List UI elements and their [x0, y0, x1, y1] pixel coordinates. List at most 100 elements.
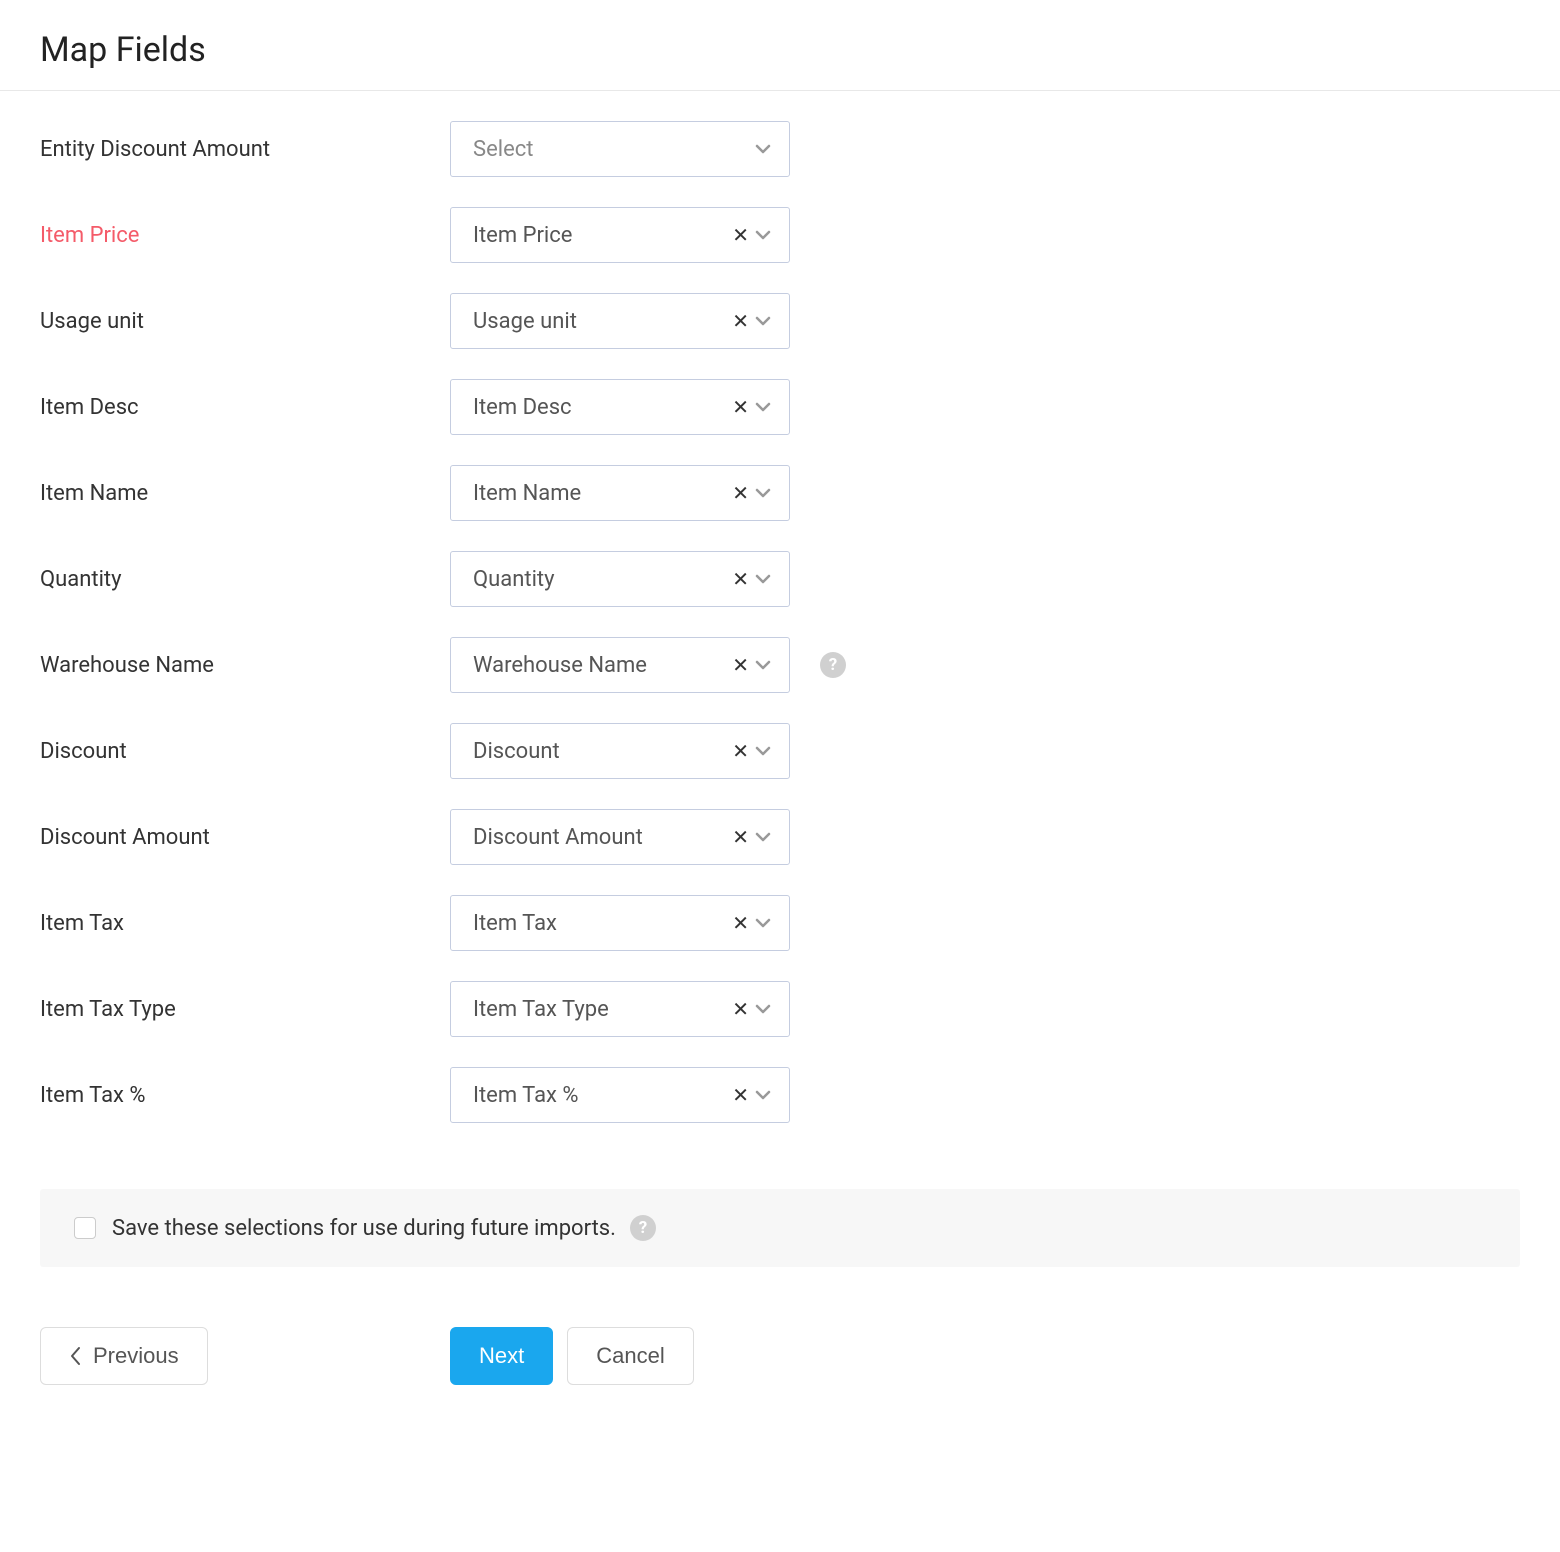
save-selections-label: Save these selections for use during fut…: [112, 1216, 616, 1241]
clear-icon[interactable]: ✕: [732, 913, 749, 933]
chevron-down-icon: [755, 574, 771, 584]
field-select[interactable]: Usage unit✕: [450, 293, 790, 349]
field-row: DiscountDiscount✕: [40, 723, 1520, 779]
clear-icon[interactable]: ✕: [732, 225, 749, 245]
chevron-down-icon: [755, 918, 771, 928]
field-select[interactable]: Item Tax Type✕: [450, 981, 790, 1037]
field-select[interactable]: Item Name✕: [450, 465, 790, 521]
field-row: Item DescItem Desc✕: [40, 379, 1520, 435]
field-label: Item Tax Type: [40, 997, 450, 1022]
field-select-value: Item Tax: [473, 911, 732, 936]
field-select-value: Item Name: [473, 481, 732, 506]
field-select-wrapper: Item Desc✕: [450, 379, 790, 435]
field-row: QuantityQuantity✕: [40, 551, 1520, 607]
clear-icon[interactable]: ✕: [732, 311, 749, 331]
save-selections-panel: Save these selections for use during fut…: [40, 1189, 1520, 1267]
field-select[interactable]: Item Tax✕: [450, 895, 790, 951]
field-select-wrapper: Item Tax Type✕: [450, 981, 790, 1037]
cancel-button-label: Cancel: [596, 1343, 664, 1369]
field-select[interactable]: Item Tax %✕: [450, 1067, 790, 1123]
chevron-down-icon: [755, 1004, 771, 1014]
select-icons: ✕: [732, 569, 771, 589]
field-select[interactable]: Discount Amount✕: [450, 809, 790, 865]
field-mapping-list: Entity Discount AmountSelectItem PriceIt…: [0, 91, 1560, 1183]
select-icons: ✕: [732, 741, 771, 761]
select-icons: ✕: [732, 311, 771, 331]
field-select[interactable]: Item Price✕: [450, 207, 790, 263]
field-select[interactable]: Item Desc✕: [450, 379, 790, 435]
clear-icon[interactable]: ✕: [732, 483, 749, 503]
field-row: Item Tax TypeItem Tax Type✕: [40, 981, 1520, 1037]
field-label: Usage unit: [40, 309, 450, 334]
next-button[interactable]: Next: [450, 1327, 553, 1385]
field-select-value: Item Desc: [473, 395, 732, 420]
help-icon[interactable]: ?: [820, 652, 846, 678]
field-select-value: Select: [473, 137, 755, 162]
field-label: Item Desc: [40, 395, 450, 420]
field-row: Usage unitUsage unit✕: [40, 293, 1520, 349]
field-label: Item Tax %: [40, 1083, 450, 1108]
clear-icon[interactable]: ✕: [732, 741, 749, 761]
field-select-value: Item Price: [473, 223, 732, 248]
select-icons: ✕: [732, 827, 771, 847]
chevron-down-icon: [755, 230, 771, 240]
chevron-down-icon: [755, 746, 771, 756]
field-select[interactable]: Discount✕: [450, 723, 790, 779]
select-icons: [755, 144, 771, 154]
field-row: Item TaxItem Tax✕: [40, 895, 1520, 951]
field-select-value: Item Tax %: [473, 1083, 732, 1108]
field-select-wrapper: Item Tax✕: [450, 895, 790, 951]
field-select-wrapper: Usage unit✕: [450, 293, 790, 349]
field-row: Item Tax %Item Tax %✕: [40, 1067, 1520, 1123]
chevron-left-icon: [69, 1346, 81, 1366]
field-select-wrapper: Item Tax %✕: [450, 1067, 790, 1123]
field-select-wrapper: Quantity✕: [450, 551, 790, 607]
select-icons: ✕: [732, 483, 771, 503]
field-select-value: Quantity: [473, 567, 732, 592]
field-select-value: Warehouse Name: [473, 653, 732, 678]
field-label: Item Tax: [40, 911, 450, 936]
chevron-down-icon: [755, 144, 771, 154]
field-select-value: Discount Amount: [473, 825, 732, 850]
field-select[interactable]: Quantity✕: [450, 551, 790, 607]
chevron-down-icon: [755, 1090, 771, 1100]
select-icons: ✕: [732, 225, 771, 245]
field-label: Discount Amount: [40, 825, 450, 850]
chevron-down-icon: [755, 402, 771, 412]
field-row: Item NameItem Name✕: [40, 465, 1520, 521]
field-row: Entity Discount AmountSelect: [40, 121, 1520, 177]
field-select[interactable]: Warehouse Name✕: [450, 637, 790, 693]
field-select-wrapper: Discount✕: [450, 723, 790, 779]
field-label: Item Name: [40, 481, 450, 506]
clear-icon[interactable]: ✕: [732, 827, 749, 847]
field-select-value: Usage unit: [473, 309, 732, 334]
chevron-down-icon: [755, 488, 771, 498]
field-select[interactable]: Select: [450, 121, 790, 177]
chevron-down-icon: [755, 316, 771, 326]
clear-icon[interactable]: ✕: [732, 999, 749, 1019]
field-label: Item Price: [40, 223, 450, 248]
field-select-wrapper: Discount Amount✕: [450, 809, 790, 865]
select-icons: ✕: [732, 397, 771, 417]
next-button-label: Next: [479, 1343, 524, 1369]
page-header: Map Fields: [0, 0, 1560, 91]
save-selections-checkbox[interactable]: [74, 1217, 96, 1239]
field-row: Item PriceItem Price✕: [40, 207, 1520, 263]
select-icons: ✕: [732, 999, 771, 1019]
previous-button[interactable]: Previous: [40, 1327, 208, 1385]
chevron-down-icon: [755, 832, 771, 842]
help-icon[interactable]: ?: [630, 1215, 656, 1241]
clear-icon[interactable]: ✕: [732, 655, 749, 675]
cancel-button[interactable]: Cancel: [567, 1327, 693, 1385]
previous-button-label: Previous: [93, 1343, 179, 1369]
select-icons: ✕: [732, 655, 771, 675]
clear-icon[interactable]: ✕: [732, 569, 749, 589]
field-row: Warehouse NameWarehouse Name✕?: [40, 637, 1520, 693]
select-icons: ✕: [732, 1085, 771, 1105]
field-label: Discount: [40, 739, 450, 764]
field-select-wrapper: Item Name✕: [450, 465, 790, 521]
field-select-wrapper: Select: [450, 121, 790, 177]
clear-icon[interactable]: ✕: [732, 397, 749, 417]
footer-actions: Previous Next Cancel: [40, 1327, 1520, 1385]
clear-icon[interactable]: ✕: [732, 1085, 749, 1105]
